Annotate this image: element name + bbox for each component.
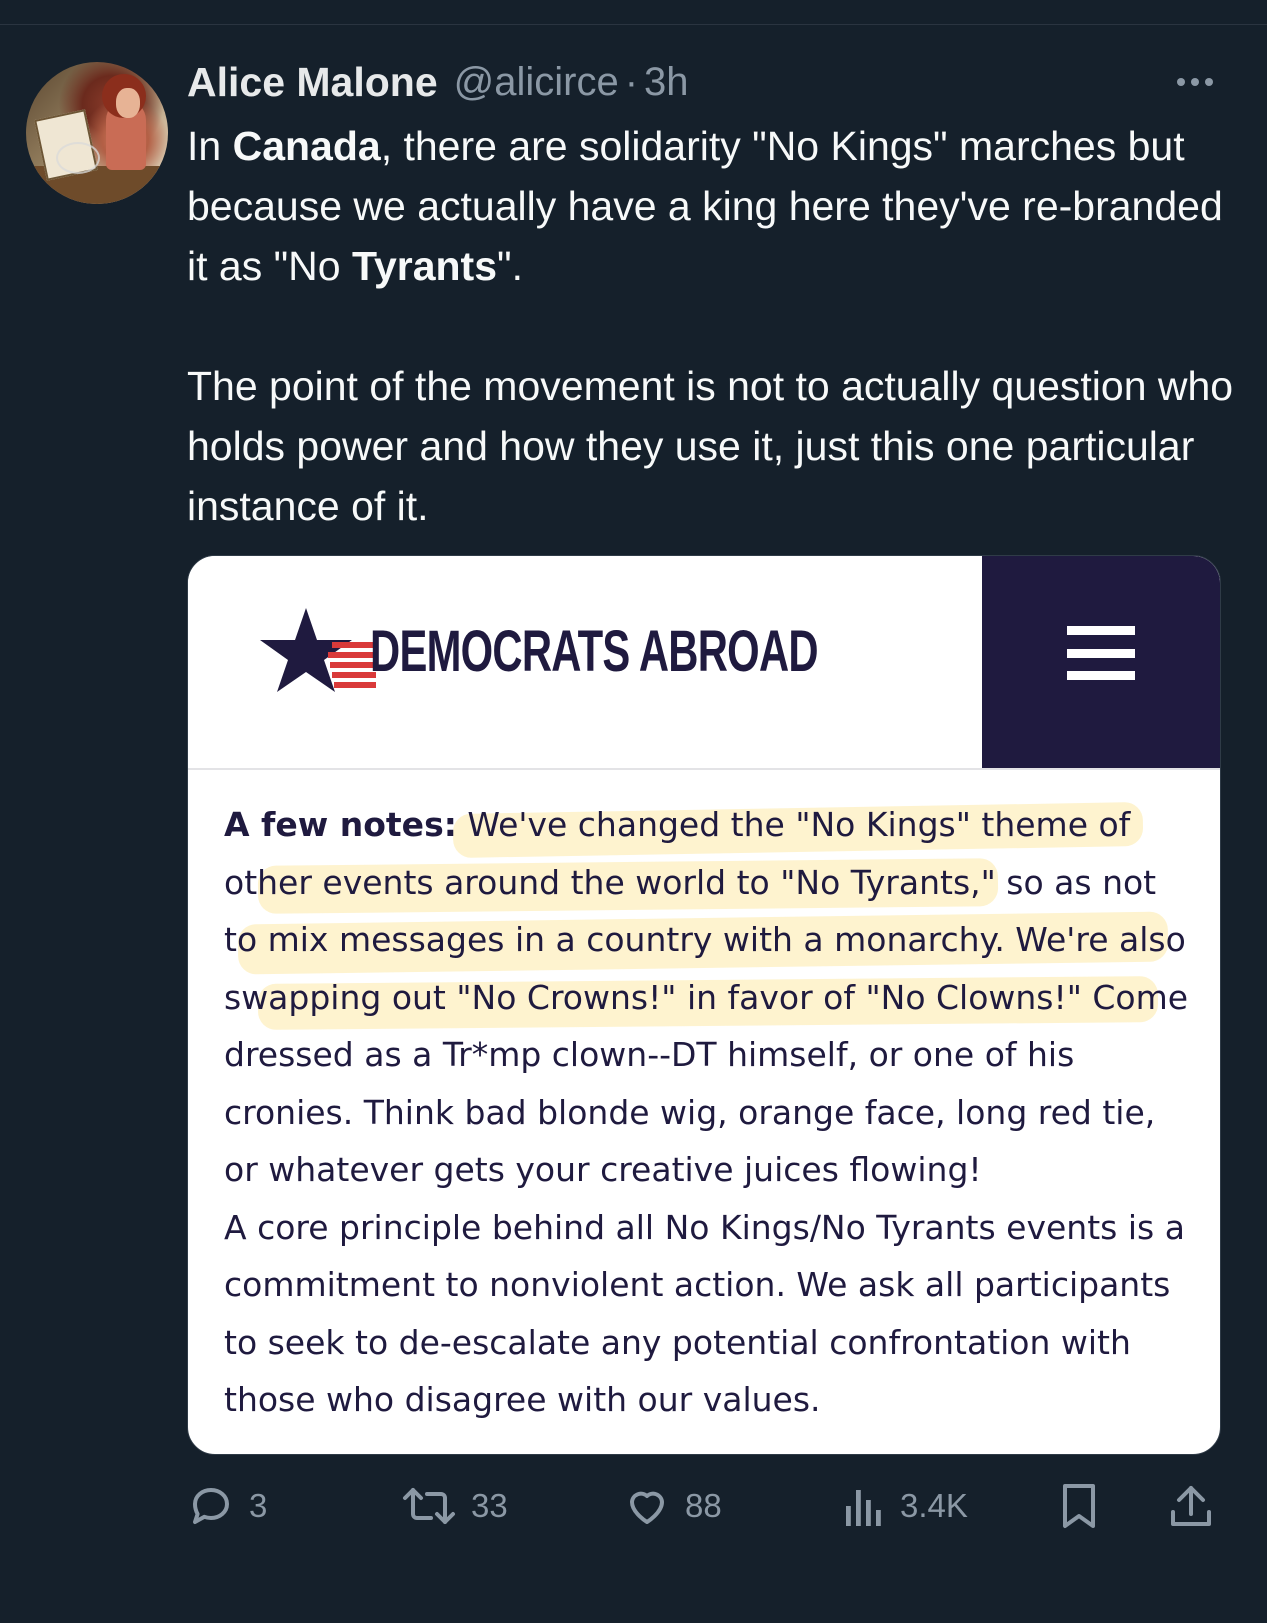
logo-text: DEMOCRATS ABROAD — [370, 618, 819, 684]
menu-bar — [1067, 626, 1135, 635]
share-button[interactable] — [1169, 1478, 1213, 1534]
notes-body: We've changed the "No Kings" theme of ot… — [224, 805, 1189, 1189]
like-count: 88 — [685, 1487, 722, 1524]
star-flag-icon — [258, 606, 378, 696]
bookmark-button[interactable] — [1059, 1478, 1099, 1534]
retweet-button[interactable]: 33 — [401, 1478, 508, 1534]
text-run: In — [187, 123, 233, 169]
tweet-timestamp[interactable]: 3h — [644, 60, 689, 105]
avatar-face — [116, 88, 140, 118]
menu-bar — [1067, 648, 1135, 658]
views-button[interactable]: 3.4K — [842, 1478, 968, 1534]
tweet-header: Alice Malone @alicirce · 3h — [187, 52, 689, 112]
bold-run: Tyrants — [351, 243, 498, 289]
like-icon — [623, 1482, 671, 1530]
bold-run: Canada — [232, 123, 381, 169]
principle-paragraph: A core principle behind all No Kings/No … — [224, 1207, 1185, 1420]
tweet-text: In Canada, there are solidarity "No King… — [187, 116, 1237, 536]
bookmark-icon — [1059, 1482, 1099, 1530]
notes-paragraph: A few notes: We've changed the "No Kings… — [224, 796, 1194, 1199]
retweet-icon — [401, 1482, 457, 1530]
reply-icon — [187, 1482, 235, 1530]
site-header: DEMOCRATS ABROAD — [188, 556, 1220, 770]
attached-image[interactable]: DEMOCRATS ABROAD A few notes: We've chan… — [187, 555, 1221, 1455]
more-dot — [1177, 78, 1185, 86]
tweet-actions: 3 33 88 3.4K — [187, 1478, 1227, 1534]
views-icon — [842, 1482, 886, 1530]
more-horizontal-icon[interactable] — [1170, 62, 1220, 102]
views-count: 3.4K — [900, 1487, 968, 1524]
reply-count: 3 — [249, 1487, 268, 1524]
author-name[interactable]: Alice Malone — [187, 59, 438, 106]
retweet-count: 33 — [471, 1487, 508, 1524]
avatar-glass — [56, 142, 100, 174]
menu-button[interactable] — [982, 556, 1220, 768]
notes-text: A few notes: We've changed the "No Kings… — [224, 796, 1194, 1429]
tweet-paragraph-1: In Canada, there are solidarity "No King… — [187, 116, 1237, 296]
share-icon — [1169, 1482, 1213, 1530]
separator-dot: · — [624, 59, 639, 104]
more-dot — [1205, 78, 1213, 86]
menu-bar — [1067, 671, 1135, 680]
hamburger-menu-icon — [1067, 626, 1135, 680]
top-divider — [0, 24, 1267, 25]
author-avatar[interactable] — [26, 62, 168, 204]
notes-label: A few notes: — [224, 805, 457, 844]
like-button[interactable]: 88 — [623, 1478, 722, 1534]
author-handle[interactable]: @alicirce — [454, 60, 619, 105]
more-dot — [1191, 78, 1199, 86]
tweet-paragraph-2: The point of the movement is not to actu… — [187, 363, 1234, 529]
democrats-abroad-logo: DEMOCRATS ABROAD — [258, 606, 992, 696]
reply-button[interactable]: 3 — [187, 1478, 267, 1534]
text-run: ". — [497, 243, 523, 289]
